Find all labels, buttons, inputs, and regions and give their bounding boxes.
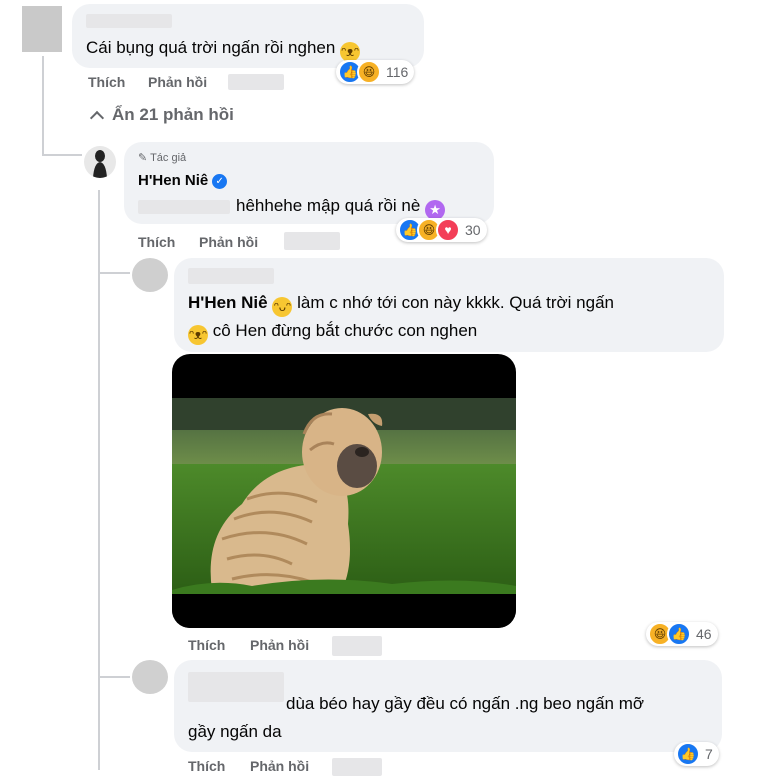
like-button[interactable]: Thích <box>188 637 225 653</box>
comment-bubble: ✎ Tác giả H'Hen Niê ✓ hêhhehe mập quá rồi… <box>124 142 494 224</box>
attached-photo[interactable] <box>172 354 516 628</box>
comment-text-content: cô Hen đừng bắt chước con nghen <box>212 321 478 340</box>
comment-text: Cái bụng quá trời ngấn rồi nghen ᵔᴥᵔ <box>86 36 361 62</box>
comment-text-content: Cái bụng quá trời ngấn rồi nghen <box>86 38 336 57</box>
reply-button[interactable]: Phản hồi <box>148 74 207 90</box>
like-button[interactable]: Thích <box>138 234 175 250</box>
like-icon: 👍 <box>676 742 700 766</box>
reply-button[interactable]: Phản hồi <box>199 234 258 250</box>
reaction-summary[interactable]: 👍 7 <box>674 742 719 766</box>
like-button[interactable]: Thích <box>88 74 125 90</box>
reply-button[interactable]: Phản hồi <box>250 637 309 653</box>
redacted-timestamp <box>332 636 382 656</box>
redacted-mention <box>138 200 230 214</box>
comment-text-content: dùa béo hay gầy đều có ngấn .ng beo ngấn… <box>286 694 645 713</box>
reaction-summary[interactable]: 👍 😆 116 <box>336 60 415 84</box>
love-icon: ♥ <box>436 218 460 242</box>
redacted-author-name <box>188 672 284 702</box>
avatar[interactable] <box>132 258 168 292</box>
star-struck-emoji: ★ <box>425 200 446 220</box>
comment-bubble: dùa béo hay gầy đều có ngấn .ng beo ngấn… <box>174 660 722 752</box>
reaction-count: 46 <box>696 626 712 642</box>
author-badge: ✎ Tác giả <box>138 151 186 164</box>
comment-text: hêhhehe mập quá rồi nè ★ <box>236 194 446 220</box>
hide-replies-link[interactable]: Ẩn 21 phản hồi <box>89 105 234 126</box>
thread-line <box>42 56 44 156</box>
comment-text: gầy ngấn da <box>188 720 282 744</box>
comment-bubble: Cái bụng quá trời ngấn rồi nghen ᵔᴥᵔ <box>72 4 424 68</box>
like-icon: 👍 <box>667 622 691 646</box>
chevron-up-icon <box>89 110 105 126</box>
redacted-timestamp <box>284 232 340 250</box>
redacted-timestamp <box>332 758 382 776</box>
reply-button[interactable]: Phản hồi <box>250 758 309 774</box>
comment-text: H'Hen Niê ᵔᴗᵔ làm c nhớ tới con này kkkk… <box>188 291 614 317</box>
hide-replies-label: Ẩn 21 phản hồi <box>112 105 234 124</box>
comment-text: ᵔᴥᵔ cô Hen đừng bắt chước con nghen <box>188 319 477 345</box>
redacted-timestamp <box>228 74 284 90</box>
haha-icon: 😆 <box>357 60 381 84</box>
comment-text-content: gầy ngấn da <box>188 722 282 741</box>
thread-line <box>98 190 100 770</box>
author-name-text: H'Hen Niê <box>138 172 209 189</box>
winking-tongue-emoji: ᵔᴗᵔ <box>272 297 293 317</box>
reaction-summary[interactable]: 😆 👍 46 <box>646 622 718 646</box>
comment-text: dùa béo hay gầy đều có ngấn .ng beo ngấn… <box>286 692 644 716</box>
reaction-summary[interactable]: 👍 😆 ♥ 30 <box>396 218 487 242</box>
comment-bubble: H'Hen Niê ᵔᴗᵔ làm c nhớ tới con này kkkk… <box>174 258 724 352</box>
thread-line <box>98 272 130 274</box>
rofl-emoji: ᵔᴥᵔ <box>188 325 208 345</box>
author-badge-label: Tác giả <box>150 152 187 164</box>
reaction-count: 30 <box>465 222 481 238</box>
thread-line <box>42 154 82 156</box>
comment-text-content: làm c nhớ tới con này kkkk. Quá trời ngấ… <box>297 293 615 312</box>
reaction-count: 116 <box>386 64 409 80</box>
laughing-emoji: ᵔᴥᵔ <box>340 42 361 62</box>
redacted-author-name <box>188 268 274 284</box>
avatar-hhen-nie[interactable] <box>84 146 116 178</box>
person-silhouette-icon <box>93 150 107 178</box>
redacted-author-name <box>86 14 172 28</box>
reaction-count: 7 <box>705 746 713 762</box>
shar-pei-dog-photo <box>172 398 516 628</box>
author-name[interactable]: H'Hen Niê ✓ <box>138 172 228 189</box>
like-button[interactable]: Thích <box>188 758 225 774</box>
avatar[interactable] <box>132 660 168 694</box>
thread-line <box>98 676 130 678</box>
pencil-icon: ✎ <box>138 152 148 164</box>
comment-text-content: hêhhehe mập quá rồi nè <box>236 196 421 215</box>
mention-link[interactable]: H'Hen Niê <box>188 293 268 312</box>
verified-badge-icon: ✓ <box>212 174 228 189</box>
avatar[interactable] <box>22 6 62 52</box>
